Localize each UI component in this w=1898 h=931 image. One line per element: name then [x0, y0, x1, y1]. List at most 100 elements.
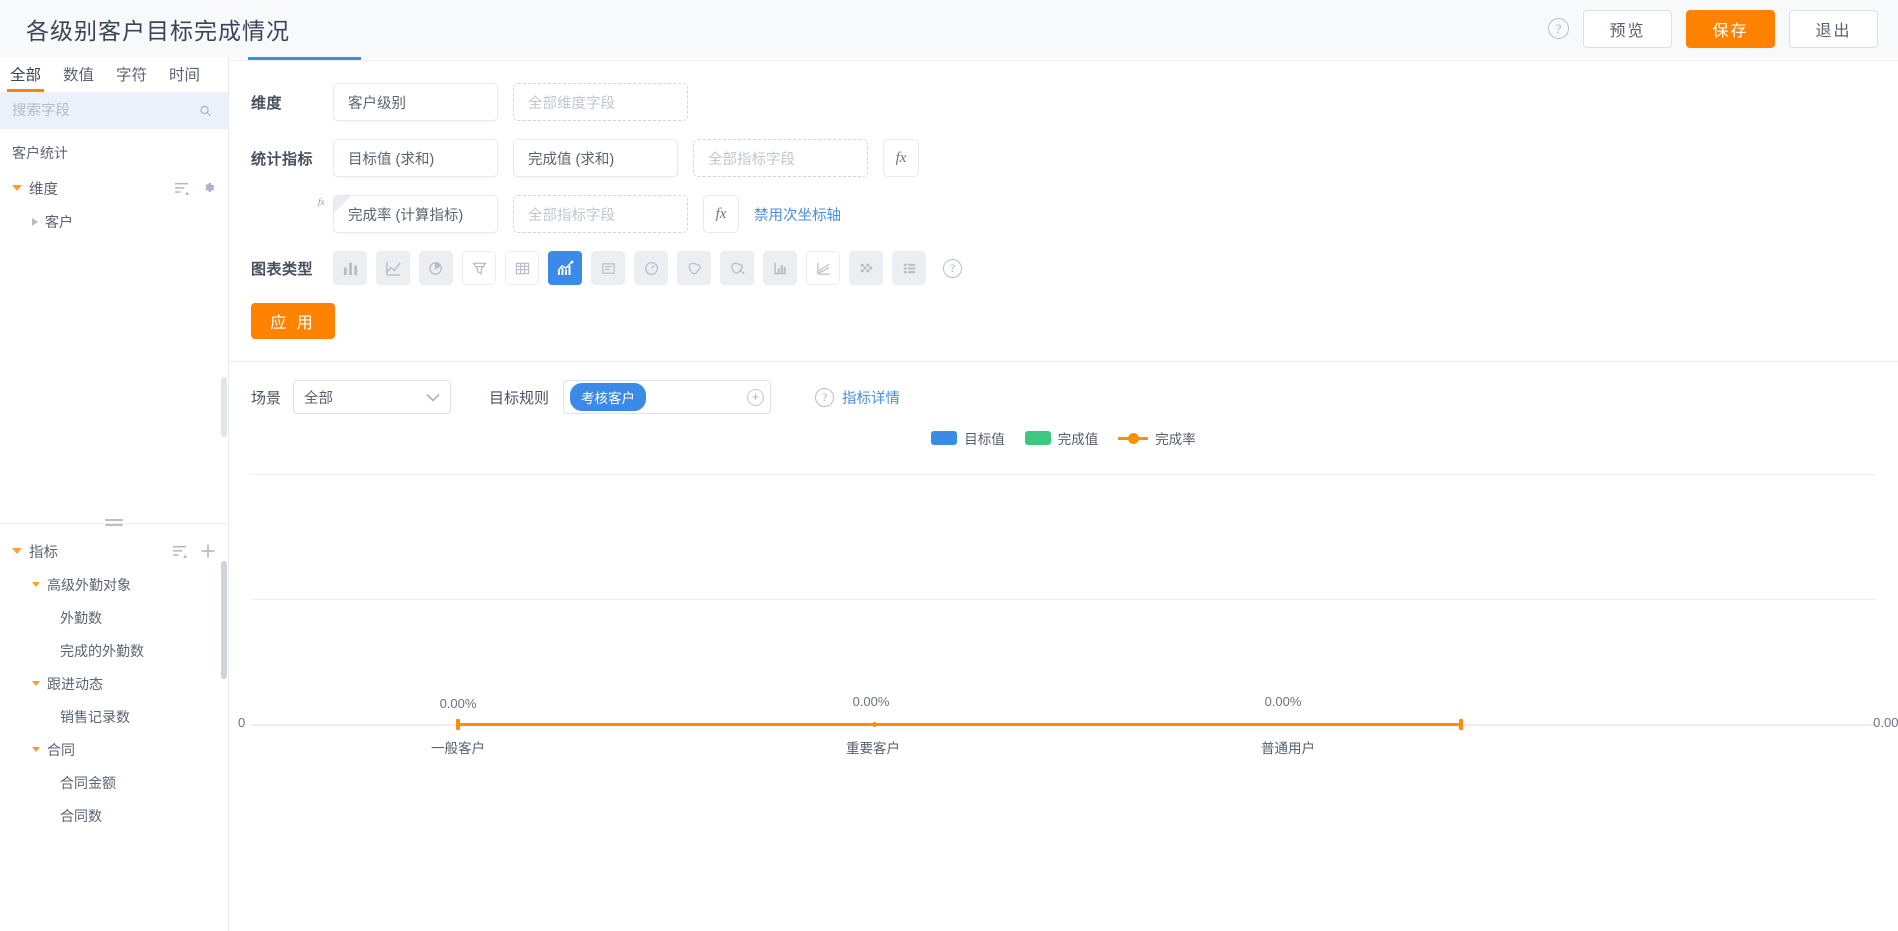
legend-swatch-icon [1024, 431, 1051, 445]
resize-grip[interactable] [105, 519, 123, 528]
caret-down-icon[interactable] [12, 185, 22, 191]
caret-down-icon[interactable] [12, 548, 22, 554]
plus-circle-icon[interactable]: + [747, 388, 765, 406]
chevron-down-icon [426, 393, 440, 402]
search-input[interactable] [12, 103, 199, 119]
data-point [873, 722, 876, 727]
list-item[interactable]: 合同数 [0, 799, 228, 832]
sort-icon[interactable] [175, 182, 190, 195]
question-circle-icon[interactable]: ? [815, 387, 835, 407]
dimension-panel-scrollbar[interactable] [221, 377, 227, 437]
search-icon[interactable] [199, 103, 212, 119]
tab-all[interactable]: 全部 [6, 63, 45, 92]
header-actions: ? 预览 保存 退出 [1548, 9, 1898, 48]
map-scatter-chart-icon[interactable] [720, 251, 754, 285]
rule-tag[interactable]: 考核客户 [570, 383, 647, 411]
exit-button[interactable]: 退出 [1789, 9, 1878, 48]
fx-badge-icon: fx [318, 196, 351, 213]
dimension-field-chip[interactable]: 客户级别 [333, 83, 498, 121]
table-icon[interactable] [505, 251, 539, 285]
tree-group-follow-up[interactable]: 跟进动态 [0, 667, 228, 700]
list-item[interactable]: 销售记录数 [0, 700, 228, 733]
list-item[interactable]: 合同金额 [0, 766, 228, 799]
question-circle-icon[interactable]: ? [943, 258, 962, 278]
tab-number[interactable]: 数值 [63, 63, 94, 92]
list-item[interactable]: 外勤数 [0, 601, 228, 634]
metric-chip-target[interactable]: 目标值 (求和) [333, 139, 498, 177]
caret-down-icon[interactable] [32, 582, 40, 587]
metric-chip-completion-rate[interactable]: fx 完成率 (计算指标) [318, 195, 498, 233]
grouped-bar-chart-icon[interactable] [763, 251, 797, 285]
search-field-row [0, 93, 228, 129]
tree-item-label: 外勤数 [60, 609, 102, 626]
data-label: 0.00% [439, 696, 477, 711]
fx-icon[interactable]: fx [883, 139, 919, 177]
plus-icon[interactable] [200, 543, 216, 559]
caret-down-icon[interactable] [32, 747, 40, 752]
dimension-section-header[interactable]: 维度 [0, 171, 228, 205]
legend-line-icon [1118, 432, 1149, 444]
field-sidebar: 全部 数值 字符 时间 客户统计 维度 [0, 57, 229, 931]
rule-tag-box[interactable]: 考核客户 + [563, 380, 772, 414]
map-chart-icon[interactable] [677, 251, 711, 285]
funnel-chart-icon[interactable] [462, 251, 496, 285]
dimension-panel: 客户统计 维度 客户 [0, 129, 228, 511]
tree-item-customer[interactable]: 客户 [0, 205, 228, 238]
tree-item-label: 合同 [47, 741, 75, 758]
tree-group-contract[interactable]: 合同 [0, 733, 228, 766]
main-tab-indicator [229, 57, 1898, 61]
data-point [456, 719, 460, 730]
save-button[interactable]: 保存 [1686, 9, 1775, 48]
metric-detail-link[interactable]: 指标详情 [842, 387, 900, 408]
line-series-completion-rate [458, 723, 1461, 726]
legend-item-achieved[interactable]: 完成值 [1024, 428, 1098, 448]
text-card-icon[interactable] [591, 251, 625, 285]
pie-chart-icon[interactable] [419, 251, 453, 285]
list-table-icon[interactable] [892, 251, 926, 285]
tree-group-advanced-field-object[interactable]: 高级外勤对象 [0, 568, 228, 601]
dimension-label: 维度 [251, 94, 283, 112]
data-label: 0.00% [852, 694, 890, 709]
y-axis-tick-left: 0 [238, 715, 246, 730]
area-chart-icon[interactable] [806, 251, 840, 285]
measure-section-header[interactable]: 指标 [0, 534, 228, 568]
disable-secondary-axis-link[interactable]: 禁用次坐标轴 [754, 204, 841, 225]
tab-time[interactable]: 时间 [169, 63, 200, 92]
gauge-chart-icon[interactable] [634, 251, 668, 285]
chart-type-label: 图表类型 [251, 260, 314, 278]
line-chart-icon[interactable] [376, 251, 410, 285]
legend-item-completion-rate[interactable]: 完成率 [1118, 428, 1196, 448]
chart-plot: 0 0.00% 0.00% 0.00% 0.00% 一般客户 重要客户 普通用户 [238, 474, 1898, 828]
tab-string[interactable]: 字符 [116, 63, 147, 92]
top-header: 各级别客户目标完成情况 ? 预览 保存 退出 [0, 0, 1898, 57]
bar-chart-icon[interactable] [333, 251, 367, 285]
data-label: 0.00% [1264, 694, 1302, 709]
caret-down-icon[interactable] [32, 681, 40, 686]
sort-icon[interactable] [173, 545, 188, 558]
tree-item-label: 销售记录数 [60, 708, 130, 725]
scenario-select-value: 全部 [304, 390, 334, 407]
chart-legend: 目标值 完成值 完成率 [229, 428, 1898, 448]
scenario-select[interactable]: 全部 [293, 380, 452, 414]
dimension-dropzone[interactable]: 全部维度字段 [513, 83, 688, 121]
legend-item-target[interactable]: 目标值 [931, 428, 1005, 448]
legend-label: 目标值 [964, 432, 1005, 447]
tree-item-label: 完成的外勤数 [60, 642, 144, 659]
caret-right-icon[interactable] [32, 217, 38, 226]
preview-button[interactable]: 预览 [1583, 9, 1672, 48]
measure-panel-scrollbar[interactable] [221, 561, 227, 679]
fx-icon[interactable]: fx [703, 195, 739, 233]
x-axis-label: 普通用户 [1261, 741, 1315, 756]
apply-button[interactable]: 应 用 [251, 303, 335, 339]
gridline [251, 474, 1876, 475]
calculated-metric-dropzone[interactable]: 全部指标字段 [513, 195, 688, 233]
metric-chip-achieved[interactable]: 完成值 (求和) [513, 139, 678, 177]
list-item[interactable]: 完成的外勤数 [0, 634, 228, 667]
metric-dropzone[interactable]: 全部指标字段 [693, 139, 868, 177]
heatmap-chart-icon[interactable] [849, 251, 883, 285]
question-circle-icon[interactable]: ? [1548, 18, 1569, 39]
metrics-row: 统计指标 目标值 (求和) 完成值 (求和) 全部指标字段 fx [229, 139, 1898, 177]
rule-label: 目标规则 [489, 389, 550, 407]
gear-icon[interactable] [202, 181, 216, 195]
combo-chart-icon[interactable] [548, 251, 582, 285]
